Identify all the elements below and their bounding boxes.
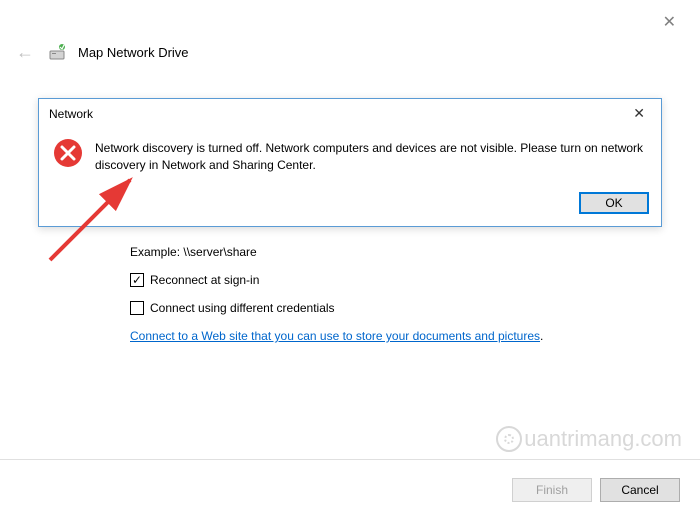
watermark-logo-icon (496, 426, 522, 452)
dialog-close-icon[interactable]: ✕ (627, 105, 651, 122)
website-link-row: Connect to a Web site that you can use t… (130, 329, 660, 343)
window-close-icon[interactable]: ✕ (663, 12, 676, 32)
wizard-content: Example: \\server\share ✓ Reconnect at s… (0, 245, 700, 343)
dialog-body: Network discovery is turned off. Network… (39, 126, 661, 182)
dialog-message: Network discovery is turned off. Network… (95, 138, 647, 174)
network-drive-icon (48, 43, 68, 63)
reconnect-label: Reconnect at sign-in (150, 273, 259, 287)
reconnect-checkbox[interactable]: ✓ (130, 273, 144, 287)
ok-button[interactable]: OK (579, 192, 649, 214)
back-arrow-icon[interactable]: ← (12, 42, 38, 63)
finish-button: Finish (512, 478, 592, 502)
credentials-label: Connect using different credentials (150, 301, 335, 315)
dialog-title: Network (49, 107, 93, 121)
error-icon (53, 138, 83, 171)
credentials-checkbox[interactable] (130, 301, 144, 315)
window-title: Map Network Drive (78, 45, 189, 60)
network-error-dialog: Network ✕ Network discovery is turned of… (38, 98, 662, 227)
footer-separator (0, 459, 700, 460)
wizard-header: ← Map Network Drive (0, 0, 700, 75)
wizard-footer: Finish Cancel (512, 466, 680, 502)
reconnect-checkbox-row[interactable]: ✓ Reconnect at sign-in (130, 273, 660, 287)
cancel-button[interactable]: Cancel (600, 478, 680, 502)
watermark-text: uantrimang.com (524, 426, 682, 452)
dialog-footer: OK (39, 182, 661, 226)
credentials-checkbox-row[interactable]: Connect using different credentials (130, 301, 660, 315)
watermark: uantrimang.com (496, 426, 682, 452)
dialog-titlebar: Network ✕ (39, 99, 661, 126)
connect-website-link[interactable]: Connect to a Web site that you can use t… (130, 329, 540, 343)
example-label: Example: \\server\share (130, 245, 660, 259)
